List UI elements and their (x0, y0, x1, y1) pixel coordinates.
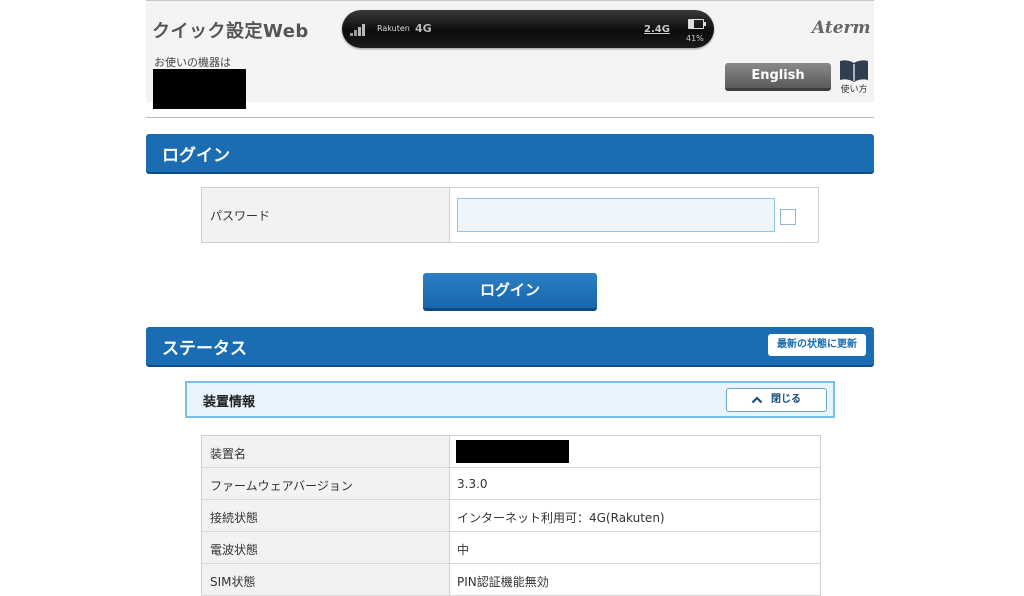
show-password-checkbox[interactable] (780, 209, 796, 225)
login-section-header: ログイン (146, 134, 874, 172)
app-title: クイック設定Web (152, 21, 309, 42)
carrier-name: Rakuten (377, 24, 410, 33)
book-icon (840, 60, 868, 82)
header-divider (146, 117, 874, 118)
device-name-redacted (153, 69, 246, 109)
battery-icon (688, 19, 706, 29)
password-input[interactable] (457, 198, 775, 232)
header: クイック設定Web お使いの機器は Rakuten 4G 2.4G 41% At… (146, 1, 874, 109)
device-status-display: Rakuten 4G 2.4G 41% (342, 10, 714, 48)
brand-logo: Aterm (812, 18, 871, 38)
chevron-up-icon (751, 396, 763, 404)
device-info-title: 装置情報 (203, 395, 256, 410)
login-section-title: ログイン (162, 146, 230, 166)
manual-link[interactable]: 使い方 (836, 59, 872, 99)
table-row: ファームウェアバージョン 3.3.0 (202, 468, 820, 500)
english-button[interactable]: English (725, 63, 831, 91)
row-label: SIM状態 (210, 575, 256, 589)
row-label: 接続状態 (210, 511, 259, 525)
network-type: 4G (415, 22, 432, 35)
row-label: ファームウェアバージョン (210, 479, 353, 493)
device-name-value-redacted (456, 440, 569, 463)
battery-percent: 41% (686, 34, 704, 43)
device-caption: お使いの機器は (154, 56, 231, 69)
login-button[interactable]: ログイン (423, 273, 597, 311)
row-label: 電波状態 (210, 543, 259, 557)
login-form-table: パスワード (201, 187, 819, 243)
status-section-title: ステータス (162, 339, 247, 359)
close-section-button[interactable]: 閉じる (726, 388, 827, 412)
row-value: 3.3.0 (457, 477, 488, 491)
signal-bars-icon (350, 24, 368, 36)
device-info-table: 装置名 ファームウェアバージョン 3.3.0 接続状態 インターネット利用可：4… (201, 435, 821, 596)
password-label: パスワード (210, 209, 271, 223)
refresh-status-button[interactable]: 最新の状態に更新 (768, 334, 866, 356)
close-label: 閉じる (771, 394, 801, 405)
row-value: PIN認証機能無効 (457, 575, 549, 589)
device-info-header: 装置情報 閉じる (185, 381, 835, 418)
manual-label: 使い方 (840, 85, 868, 95)
status-section-header: ステータス 最新の状態に更新 (146, 327, 874, 365)
page: クイック設定Web お使いの機器は Rakuten 4G 2.4G 41% At… (146, 0, 874, 596)
row-value: 中 (457, 543, 470, 557)
table-row: 電波状態 中 (202, 532, 820, 564)
wifi-band: 2.4G (644, 24, 670, 35)
row-label: 装置名 (210, 447, 247, 461)
password-label-cell: パスワード (202, 188, 450, 242)
table-row: 接続状態 インターネット利用可：4G(Rakuten) (202, 500, 820, 532)
table-row: SIM状態 PIN認証機能無効 (202, 564, 820, 596)
table-row: 装置名 (202, 436, 820, 468)
row-value: インターネット利用可：4G(Rakuten) (457, 511, 665, 525)
